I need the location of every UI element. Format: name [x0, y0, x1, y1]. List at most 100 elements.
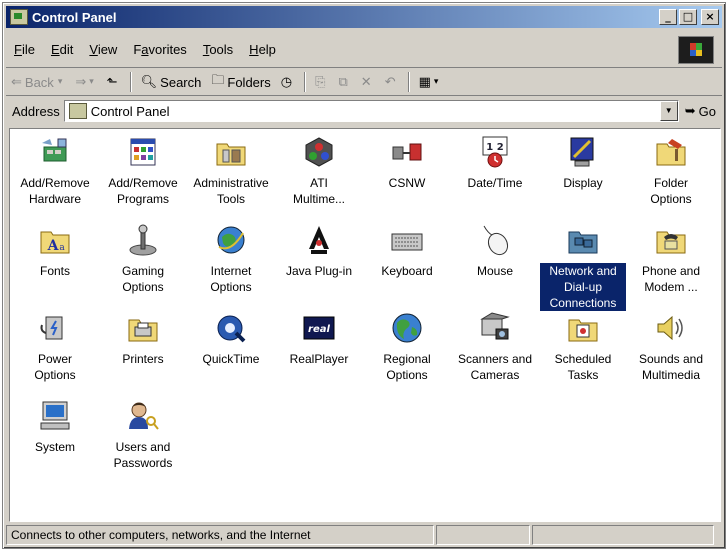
address-label: Address	[12, 103, 60, 119]
back-button[interactable]: ⇐ Back ▾	[6, 71, 70, 93]
toolbar-separator	[129, 72, 132, 92]
address-value: Control Panel	[90, 103, 170, 119]
window-title: Control Panel	[32, 9, 117, 25]
cp-item-mouse[interactable]: Mouse	[452, 223, 538, 279]
power-options-icon	[40, 316, 63, 340]
printers-icon	[128, 319, 158, 342]
svg-text:real: real	[308, 324, 330, 335]
cp-item-date-time[interactable]: 1 2 Date/Time	[452, 135, 538, 191]
mouse-icon	[483, 225, 509, 256]
chevron-down-icon: ▾	[433, 77, 439, 87]
cp-item-csnw[interactable]: CSNW	[364, 135, 450, 191]
folders-icon: 🗀	[211, 73, 225, 88]
cp-item-administrative-tools[interactable]: Administrative Tools	[188, 135, 274, 207]
windows-logo-icon	[678, 36, 714, 64]
network-connections-icon	[568, 231, 598, 254]
cp-item-phone-modem[interactable]: Phone and Modem ...	[628, 223, 714, 295]
scanners-cameras-icon	[480, 312, 510, 340]
menu-file[interactable]: File	[6, 42, 43, 57]
search-button[interactable]: 🔍︎ Search	[136, 71, 207, 93]
realplayer-icon: real	[303, 316, 335, 340]
undo-button[interactable]: ↶	[380, 71, 404, 93]
cp-item-users-passwords[interactable]: Users and Passwords	[100, 399, 186, 471]
history-button[interactable]: ◷	[276, 71, 300, 93]
folder-options-icon	[656, 139, 686, 166]
java-plug-in-icon	[309, 226, 329, 254]
scheduled-tasks-icon	[568, 319, 598, 342]
maximize-button[interactable]: □	[679, 9, 697, 25]
system-icon	[40, 401, 70, 430]
status-bar: Connects to other computers, networks, a…	[6, 525, 722, 545]
title-bar[interactable]: Control Panel _ □ ×	[6, 6, 722, 28]
cp-item-scheduled-tasks[interactable]: Scheduled Tasks	[540, 311, 626, 383]
control-panel-window: Control Panel _ □ × File Edit View Favor…	[2, 2, 726, 549]
fonts-icon: A a	[40, 231, 70, 254]
address-dropdown-button[interactable]: ▼	[659, 101, 678, 121]
folders-button[interactable]: 🗀 Folders	[206, 71, 275, 93]
chevron-down-icon: ▾	[89, 77, 94, 87]
control-panel-icon	[10, 9, 28, 25]
svg-text:A: A	[47, 238, 60, 254]
cp-item-quicktime[interactable]: QuickTime	[188, 311, 274, 367]
toolbar-separator	[304, 72, 307, 92]
go-button[interactable]: ➥ Go	[683, 104, 722, 119]
cp-item-regional-options[interactable]: Regional Options	[364, 311, 450, 383]
status-text: Connects to other computers, networks, a…	[6, 525, 434, 545]
minimize-button[interactable]: _	[659, 9, 677, 25]
cp-item-gaming-options[interactable]: Gaming Options	[100, 223, 186, 295]
cp-item-system[interactable]: System	[12, 399, 98, 455]
up-folder-icon: ⬑	[106, 74, 118, 90]
standard-toolbar: ⇐ Back ▾ ⇒ ▾ ⬑ 🔍︎ Search 🗀 Folders ◷ ⎘ ⧉ ✕ ↶ …	[6, 69, 722, 96]
views-button[interactable]: ▦ ▾	[414, 71, 447, 93]
cp-item-power-options[interactable]: Power Options	[12, 311, 98, 383]
cp-item-internet-options[interactable]: Internet Options	[188, 223, 274, 295]
keyboard-icon	[391, 233, 423, 251]
copy-to-button[interactable]: ⧉	[334, 71, 356, 93]
close-button[interactable]: ×	[701, 9, 719, 25]
cp-item-ati-multimedia[interactable]: ATI Multime...	[276, 135, 362, 207]
address-field[interactable]: Control Panel ▼	[63, 100, 679, 122]
up-folder-button[interactable]: ⬑	[102, 71, 126, 93]
quicktime-icon	[217, 315, 246, 343]
control-panel-items: Add/Remove Hardware Add/Remove Programs …	[9, 128, 721, 522]
cp-item-fonts[interactable]: A a Fonts	[12, 223, 98, 279]
gaming-options-icon	[129, 224, 157, 256]
cp-item-folder-options[interactable]: Folder Options	[628, 135, 714, 207]
delete-button[interactable]: ✕	[356, 71, 380, 93]
back-arrow-icon: ⇐	[11, 74, 22, 90]
regional-options-icon	[392, 313, 422, 343]
toolbar-separator	[407, 72, 410, 92]
cp-item-add-remove-programs[interactable]: Add/Remove Programs	[100, 135, 186, 207]
cp-item-scanners-cameras[interactable]: Scanners and Cameras	[452, 311, 538, 383]
delete-icon: ✕	[360, 74, 372, 90]
cp-item-sounds-multimedia[interactable]: Sounds and Multimedia	[628, 311, 714, 383]
menu-tools[interactable]: Tools	[195, 42, 241, 57]
add-remove-hardware-icon	[42, 138, 67, 162]
menu-edit[interactable]: Edit	[43, 42, 81, 57]
cp-item-realplayer[interactable]: real RealPlayer	[276, 311, 362, 367]
forward-button[interactable]: ⇒ ▾	[70, 71, 101, 93]
date-time-icon: 1 2	[482, 136, 508, 168]
display-icon	[570, 137, 594, 167]
status-pane-3	[532, 525, 714, 545]
search-icon: 🔍︎	[140, 74, 158, 90]
chevron-down-icon: ▾	[57, 77, 63, 87]
menu-favorites[interactable]: Favorites	[125, 42, 194, 57]
copy-to-icon: ⧉	[338, 74, 348, 90]
move-to-icon: ⎘	[315, 74, 326, 90]
administrative-tools-icon	[216, 143, 246, 166]
sounds-multimedia-icon	[657, 315, 683, 341]
go-arrow-icon: ➥	[684, 103, 696, 119]
cp-item-printers[interactable]: Printers	[100, 311, 186, 367]
cp-item-java-plug-in[interactable]: Java Plug-in	[276, 223, 362, 279]
cp-item-network-dial-up[interactable]: Network and Dial-up Connections	[540, 223, 626, 311]
add-remove-programs-icon	[130, 138, 156, 166]
menu-help[interactable]: Help	[241, 42, 284, 57]
menu-view[interactable]: View	[81, 42, 125, 57]
cp-item-add-remove-hardware[interactable]: Add/Remove Hardware	[12, 135, 98, 207]
control-panel-icon	[68, 103, 87, 119]
cp-item-display[interactable]: Display	[540, 135, 626, 191]
cp-item-keyboard[interactable]: Keyboard	[364, 223, 450, 279]
move-to-button[interactable]: ⎘	[310, 71, 333, 93]
csnw-icon	[392, 143, 422, 161]
